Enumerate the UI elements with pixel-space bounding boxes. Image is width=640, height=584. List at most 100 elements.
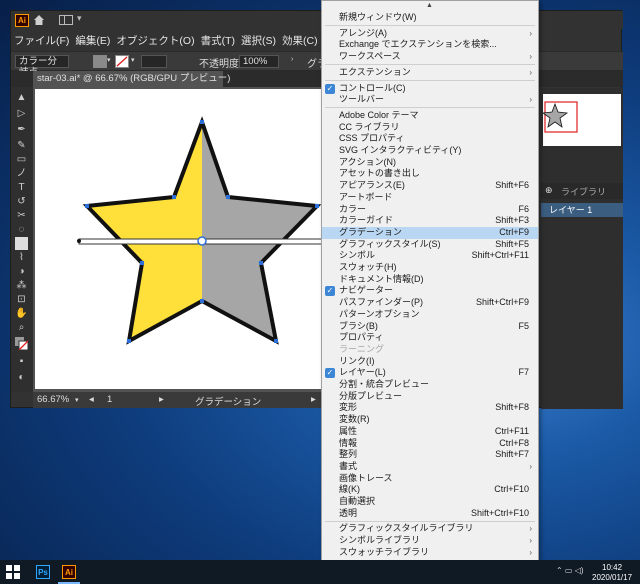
opacity-input[interactable]: 100% [239,55,279,68]
opacity-chevron-icon[interactable]: › [291,56,293,63]
menu-option[interactable]: ✓ レイヤー(L) F7 [322,367,538,379]
menu-option[interactable]: 自動選択 [322,496,538,508]
stroke-chevron-icon[interactable]: ▾ [131,56,135,64]
menu-option[interactable]: ツールバー › [322,94,538,106]
menu-option[interactable]: Adobe Color テーマ [322,110,538,122]
tab-library[interactable]: ライブラリ [561,185,606,198]
warp-tool-icon[interactable]: ◌ [15,223,28,236]
star-artwork[interactable] [35,89,321,389]
zoom-chevron-icon[interactable]: ▾ [75,396,79,404]
menu-option[interactable]: シンボル Shift+Ctrl+F11 [322,250,538,262]
menu-option[interactable]: Exchange でエクステンションを検索... [322,39,538,51]
gradient-midpoint-handle[interactable] [197,236,207,246]
eyedropper-tool-icon[interactable]: ⌇ [15,251,28,264]
menu-option[interactable]: 整列 Shift+F7 [322,449,538,461]
menu-option[interactable]: アピアランス(E) Shift+F6 [322,180,538,192]
menu-option[interactable]: 変形 Shift+F8 [322,402,538,414]
menu-option[interactable]: アレンジ(A) › [322,28,538,40]
menu-option[interactable]: ✓ コントロール(C) [322,83,538,95]
menu-option[interactable]: ワークスペース › [322,51,538,63]
illustrator-icon[interactable]: Ai [62,565,76,579]
menu-option[interactable]: シンボルライブラリ › [322,535,538,547]
artboard[interactable] [35,89,321,389]
artboard-tool-icon[interactable]: ⊡ [15,293,28,306]
scroll-up-icon[interactable]: ▲ [426,2,433,9]
menu-option[interactable]: カラー F6 [322,204,538,216]
chevron-down-icon[interactable]: ▾ [77,13,82,24]
canvas[interactable] [33,87,323,392]
draw-mode-icon[interactable]: ◐ [15,371,28,384]
menu-option[interactable]: 分版プレビュー [322,391,538,403]
menu-option[interactable]: 新規ウィンドウ(W) [322,12,538,24]
fill-stroke-icon[interactable] [15,337,29,351]
color-mode-icon[interactable]: ▪ [15,355,28,368]
menu-option[interactable]: 書式 › [322,461,538,473]
tray-icons[interactable]: ⌃ ▭ ◁) [556,566,584,575]
menu-option[interactable]: CC ライブラリ [322,122,538,134]
menu-option[interactable]: 分割・統合プレビュー [322,379,538,391]
menu-option[interactable]: パスファインダー(P) Shift+Ctrl+F9 [322,297,538,309]
photoshop-icon[interactable]: Ps [36,565,50,579]
menu-item[interactable]: オブジェクト(O) [113,33,197,49]
layer-row[interactable]: レイヤー 1 [541,203,623,217]
artboard-next-icon[interactable]: ▸ [159,394,164,405]
system-clock[interactable]: 10:42 2020/01/17 [592,563,632,583]
menu-option[interactable]: ✓ ナビゲーター [322,285,538,297]
gradient-stop-field[interactable]: カラー分岐点 [15,55,69,78]
gradient-start-handle[interactable] [77,239,81,243]
menu-option[interactable]: 線(K) Ctrl+F10 [322,484,538,496]
menu-option[interactable]: カラーガイド Shift+F3 [322,215,538,227]
menu-option[interactable]: 画像トレース [322,473,538,485]
brush-tool-icon[interactable]: ノ [15,167,28,180]
menu-option[interactable]: スウォッチ(H) [322,262,538,274]
menu-option[interactable]: アセットの書き出し [322,168,538,180]
pen-tool-icon[interactable]: ✒ [15,123,28,136]
artboard-number[interactable]: 1 [107,394,112,405]
layers-tab[interactable]: ⊕ [545,185,553,196]
menu-item[interactable]: 効果(C) [279,33,321,49]
workspace-layout-icon[interactable] [59,15,73,25]
menu-option[interactable]: エクステンション › [322,67,538,79]
menu-option[interactable]: アクション(N) [322,157,538,169]
menu-option[interactable]: プロパティ [322,332,538,344]
direct-selection-tool-icon[interactable]: ▷ [15,107,28,120]
menu-item[interactable]: 編集(E) [72,33,113,49]
blend-tool-icon[interactable]: ◑ [15,265,28,278]
symbol-sprayer-tool-icon[interactable]: ⁂ [15,279,28,292]
menu-item[interactable]: 選択(S) [238,33,279,49]
menu-option[interactable]: 透明 Shift+Ctrl+F10 [322,508,538,520]
fill-chevron-icon[interactable]: ▾ [107,56,111,64]
menu-option[interactable]: グラフィックスタイル(S) Shift+F5 [322,239,538,251]
windows-start-icon[interactable] [6,565,20,579]
gradient-tool-icon[interactable] [15,237,28,250]
menu-option[interactable]: ドキュメント情報(D) [322,274,538,286]
fill-swatch[interactable] [93,55,107,68]
menu-option[interactable]: パターンオプション [322,309,538,321]
rectangle-tool-icon[interactable]: ▭ [15,153,28,166]
menu-option[interactable]: グラフィックスタイルライブラリ › [322,523,538,535]
menu-option[interactable]: CSS プロパティ [322,133,538,145]
status-menu-icon[interactable]: ▸ [311,394,316,405]
menu-option[interactable]: SVG インタラクティビティ(Y) [322,145,538,157]
stroke-weight-field[interactable] [141,55,167,68]
menu-item[interactable]: ファイル(F) [11,33,72,49]
navigator-thumbnail[interactable] [541,94,621,146]
menu-item[interactable]: 書式(T) [198,33,238,49]
pencil-tool-icon[interactable]: ✎ [15,139,28,152]
menu-option[interactable]: グラデーション Ctrl+F9 [322,226,538,239]
hand-tool-icon[interactable]: ✋ [15,307,28,320]
scissors-tool-icon[interactable]: ✂ [15,209,28,222]
menu-option[interactable]: ブラシ(B) F5 [322,321,538,333]
artboard-prev-icon[interactable]: ◂ [89,394,94,405]
menu-option[interactable]: 属性 Ctrl+F11 [322,426,538,438]
menu-option[interactable]: アートボード [322,192,538,204]
type-tool-icon[interactable]: T [15,181,28,194]
menu-option[interactable]: 情報 Ctrl+F8 [322,438,538,450]
menu-option[interactable]: リンク(I) [322,356,538,368]
selection-tool-icon[interactable]: ▲ [15,91,28,104]
menu-option[interactable]: スウォッチライブラリ › [322,547,538,559]
rotate-tool-icon[interactable]: ↺ [15,195,28,208]
zoom-tool-icon[interactable]: ⌕ [15,321,28,334]
zoom-level[interactable]: 66.67% [37,394,69,405]
stroke-none-swatch[interactable] [115,55,129,68]
